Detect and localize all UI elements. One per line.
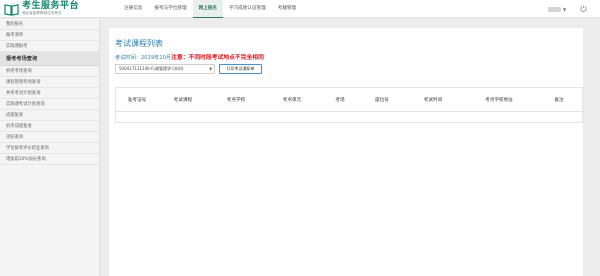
logout-icon[interactable] [580,5,587,12]
sidebar-item[interactable]: 违纪查询 [0,132,99,143]
column-header: 考点学校地址 [485,97,513,103]
sidebar-item[interactable]: 报考清单 [0,30,99,41]
print-notice-button[interactable]: 打印考试通知单 [219,64,262,74]
column-header: 备注 [554,97,564,103]
column-header: 考场 [335,97,345,103]
exam-time-line: 考试时间：2019年10月注意：不同时段考试地点不完全相同 [115,52,264,61]
user-name-redacted [548,6,561,12]
exam-time-label: 考试时间：2019年10月 [115,55,172,61]
sidebar-item[interactable]: 学位报考评价结业查询 [0,143,99,154]
logo-subtitle: 湖北省高等教育自学考试 [22,11,62,16]
nav-item[interactable]: 注册信息 [118,0,148,18]
exam-table: 准考证号 考试课程 考点学校 考点单元 考场 座位号 考试时间 考点学校地址 备注 [115,87,583,123]
main-panel: 考试课程列表 考试时间：2019年10月注意：不同时段考试地点不完全相同 500… [109,28,583,276]
sidebar-item[interactable]: 我的报名 [0,19,99,30]
course-select[interactable]: 500417111140-行政管理学-(本科) ▼ [115,64,215,74]
course-select-value: 500417111140-行政管理学-(本科) [119,66,184,71]
main-nav: 注册信息 报考与学位管理 网上报名 学习成绩认证管理 考籍管理 [118,0,302,18]
nav-item[interactable]: 报考与学位管理 [148,0,192,18]
page-title: 考试课程列表 [115,39,163,48]
location-notice: 注意：不同时段考试地点不完全相同 [171,55,264,61]
chevron-down-icon: ▼ [209,67,212,71]
sidebar-item[interactable]: 共考考试计划查询 [0,88,99,99]
sidebar-item[interactable]: 实践课报考 [0,41,99,52]
table-header: 准考证号 考试课程 考点学校 考点单元 考场 座位号 考试时间 考点学校地址 备注 [116,88,582,112]
column-header: 考点单元 [282,97,302,103]
sidebar: 我的报名 报考清单 实践课报考 报考考场查询 机考考场查询 课程管理考场查询 共考考试计划查… [0,19,100,276]
sidebar-section-header[interactable]: 报考考场查询 [0,52,99,66]
logo-title: 考生服务平台 [22,1,80,12]
column-header: 考试课程 [173,97,193,103]
sidebar-item[interactable]: 增加前30%加分查询 [0,154,99,165]
column-header: 准考证号 [127,97,147,103]
chevron-down-icon: ▼ [563,6,567,12]
sidebar-item[interactable]: 实践课考试计划查询 [0,99,99,110]
user-menu[interactable]: ▼ [548,6,566,12]
book-logo-icon [4,3,19,16]
top-header: 考生服务平台 湖北省高等教育自学考试 注册信息 报考与学位管理 网上报名 学习成绩认证… [0,0,600,18]
nav-item[interactable]: 学习成绩认证管理 [223,0,272,18]
sidebar-item[interactable]: 课程管理考场查询 [0,77,99,88]
sidebar-item[interactable]: 机考成绩复查 [0,121,99,132]
sidebar-item[interactable]: 成绩复查 [0,110,99,121]
nav-item[interactable]: 考籍管理 [272,0,302,18]
column-header: 座位号 [375,97,389,103]
nav-item[interactable]: 网上报名 [192,0,223,18]
column-header: 考点学校 [226,97,246,103]
sidebar-item[interactable]: 机考考场查询 [0,66,99,77]
column-header: 考试时间 [423,97,443,103]
logo[interactable]: 考生服务平台 湖北省高等教育自学考试 [4,1,79,17]
